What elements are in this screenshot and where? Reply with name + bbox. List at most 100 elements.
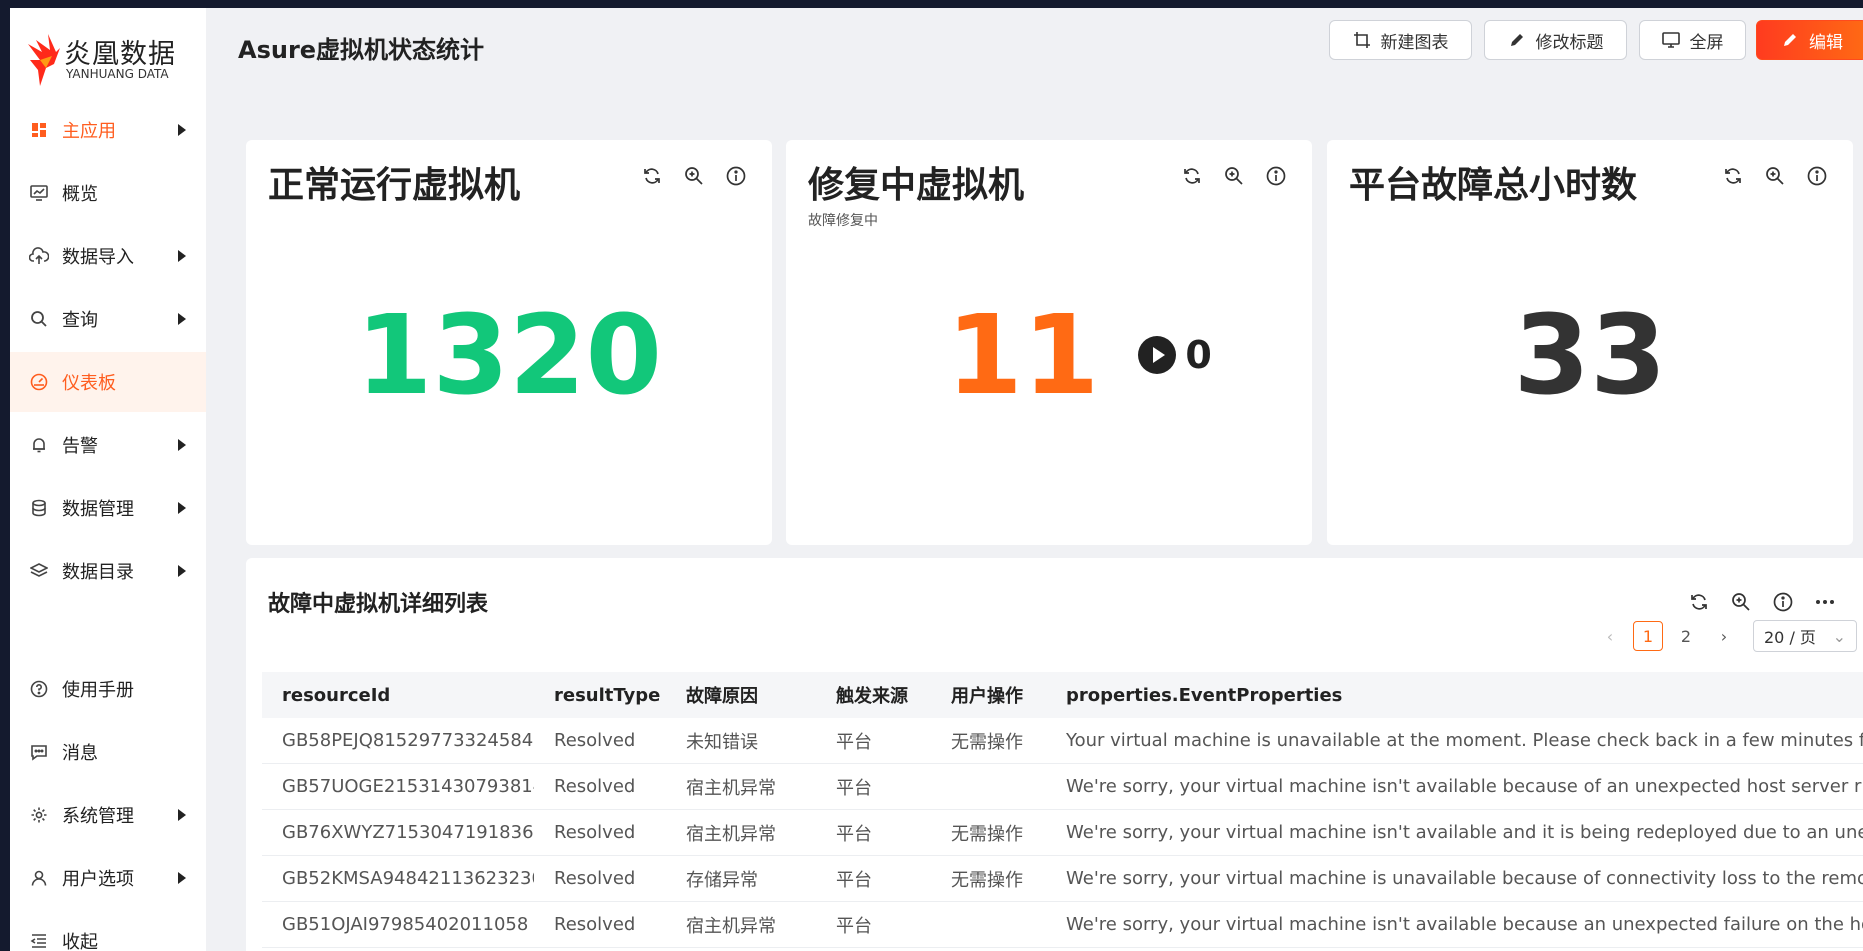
table-cell: 平台 <box>816 901 931 948</box>
card-toolbar <box>640 164 748 188</box>
zoom-icon[interactable] <box>1729 590 1753 614</box>
column-header[interactable]: resultType <box>534 672 666 718</box>
caret-right-icon <box>178 502 186 514</box>
card-title: 平台故障总小时数 <box>1349 165 1638 206</box>
play-circle-icon <box>1138 336 1177 374</box>
next-page-icon[interactable]: › <box>1709 621 1739 651</box>
app-grid-icon <box>29 120 49 140</box>
crop-chart-icon <box>1353 31 1371 49</box>
table-row[interactable]: GB57UOGE21531430793814 Resolved 宿主机异常 平台… <box>262 763 1863 810</box>
fullscreen-label: 全屏 <box>1689 32 1724 53</box>
sidebar-item-data-import[interactable]: 数据导入 <box>10 226 206 286</box>
bell-icon <box>29 435 49 455</box>
user-icon <box>29 868 49 888</box>
running-vm-count: 1320 <box>355 291 663 419</box>
table-row[interactable]: GB76XWYZ71530471918368 Resolved 宿主机异常 平台… <box>262 809 1863 856</box>
column-header[interactable]: resourceId <box>262 672 534 718</box>
column-header[interactable]: 触发来源 <box>816 672 931 718</box>
monitor-chart-icon <box>29 183 49 203</box>
sidebar: 炎凰数据 YANHUANG DATA 主应用 概览 数据导入 查询 仪表板 告警… <box>10 8 206 951</box>
page-title: Asure虚拟机状态统计 <box>238 36 485 64</box>
pencil-icon <box>1508 31 1526 49</box>
sidebar-item-label: 数据管理 <box>62 499 134 520</box>
table-cell: 平台 <box>816 763 931 810</box>
sidebar-item-system-management[interactable]: 系统管理 <box>10 785 206 845</box>
table-cell: 无需操作 <box>931 718 1046 764</box>
collapse-menu-icon <box>29 931 49 951</box>
table-cell <box>931 763 1046 810</box>
edit-label: 编辑 <box>1809 32 1843 53</box>
column-header[interactable]: 用户操作 <box>931 672 1046 718</box>
search-icon <box>29 309 49 329</box>
zoom-icon[interactable] <box>1763 164 1787 188</box>
table-row[interactable]: GB52KMSA94842113623230 Resolved 存储异常 平台 … <box>262 855 1863 902</box>
table-cell: GB57UOGE21531430793814 <box>262 763 534 810</box>
refresh-icon[interactable] <box>1180 164 1204 188</box>
faulty-vm-table-panel: 故障中虚拟机详细列表 ‹ 1 2 › 20 / 页 ⌄ resourceId r… <box>246 558 1863 951</box>
sidebar-item-messages[interactable]: 消息 <box>10 722 206 782</box>
sidebar-item-user-options[interactable]: 用户选项 <box>10 848 206 908</box>
page-2-button[interactable]: 2 <box>1671 621 1701 651</box>
page-1-button[interactable]: 1 <box>1633 621 1663 651</box>
column-header[interactable]: 故障原因 <box>666 672 816 718</box>
table-row[interactable]: GB58PEJQ81529773324584 Resolved 未知错误 平台 … <box>262 718 1863 764</box>
caret-right-icon <box>178 124 186 136</box>
card-title: 修复中虚拟机 <box>808 165 1025 206</box>
table-cell: Resolved <box>534 809 666 856</box>
monitor-icon <box>1661 31 1680 49</box>
info-icon[interactable] <box>1771 590 1795 614</box>
info-icon[interactable] <box>1805 164 1829 188</box>
page-size-select[interactable]: 20 / 页 ⌄ <box>1753 620 1857 652</box>
table-cell: 平台 <box>816 855 931 902</box>
new-chart-button[interactable]: 新建图表 <box>1329 20 1472 60</box>
zoom-icon[interactable] <box>682 164 706 188</box>
table-cell: 平台 <box>816 809 931 856</box>
table-cell: GB76XWYZ71530471918368 <box>262 809 534 856</box>
sidebar-item-dashboard[interactable]: 仪表板 <box>10 352 206 412</box>
sidebar-item-manual[interactable]: 使用手册 <box>10 659 206 719</box>
sidebar-item-main-app[interactable]: 主应用 <box>10 100 206 160</box>
refresh-icon[interactable] <box>1721 164 1745 188</box>
table-cell: 未知错误 <box>666 718 816 764</box>
edit-title-button[interactable]: 修改标题 <box>1484 20 1627 60</box>
sidebar-item-data-management[interactable]: 数据管理 <box>10 478 206 538</box>
table-cell <box>931 901 1046 948</box>
info-icon[interactable] <box>1264 164 1288 188</box>
edit-button[interactable]: 编辑 <box>1756 20 1863 60</box>
brand-logo[interactable]: 炎凰数据 YANHUANG DATA <box>26 30 196 90</box>
gear-icon <box>29 805 49 825</box>
layers-icon <box>29 561 49 581</box>
sidebar-item-collapse[interactable]: 收起 <box>10 911 206 951</box>
sidebar-item-label: 消息 <box>62 743 98 764</box>
edit-title-label: 修改标题 <box>1535 32 1604 53</box>
message-icon <box>29 742 49 762</box>
sidebar-item-label: 数据目录 <box>62 562 134 583</box>
fullscreen-button[interactable]: 全屏 <box>1639 20 1746 60</box>
pagination: ‹ 1 2 › 20 / 页 ⌄ <box>1591 620 1857 652</box>
info-icon[interactable] <box>724 164 748 188</box>
more-icon[interactable] <box>1813 590 1837 614</box>
refresh-icon[interactable] <box>640 164 664 188</box>
trend-indicator: 0 <box>1137 333 1212 377</box>
prev-page-icon[interactable]: ‹ <box>1595 621 1625 651</box>
table-cell: We're sorry, your virtual machine isn't … <box>1046 763 1863 810</box>
pencil-icon <box>1781 31 1799 49</box>
caret-right-icon <box>178 565 186 577</box>
sidebar-item-label: 使用手册 <box>62 680 134 701</box>
table-header-row: resourceId resultType 故障原因 触发来源 用户操作 pro… <box>262 672 1863 718</box>
refresh-icon[interactable] <box>1687 590 1711 614</box>
sidebar-item-alerts[interactable]: 告警 <box>10 415 206 475</box>
table-cell: 宿主机异常 <box>666 809 816 856</box>
brand-name-cn: 炎凰数据 <box>64 39 176 70</box>
table-cell: GB52KMSA94842113623230 <box>262 855 534 902</box>
sidebar-item-overview[interactable]: 概览 <box>10 163 206 223</box>
table-cell: Resolved <box>534 855 666 902</box>
sidebar-item-label: 仪表板 <box>62 373 116 394</box>
table-cell: Resolved <box>534 901 666 948</box>
sidebar-item-data-catalog[interactable]: 数据目录 <box>10 541 206 601</box>
column-header[interactable]: properties.EventProperties <box>1046 672 1863 718</box>
zoom-icon[interactable] <box>1222 164 1246 188</box>
sidebar-item-query[interactable]: 查询 <box>10 289 206 349</box>
table-row[interactable]: GB51OJAI97985402011058 Resolved 宿主机异常 平台… <box>262 901 1863 948</box>
app-window: 炎凰数据 YANHUANG DATA 主应用 概览 数据导入 查询 仪表板 告警… <box>10 8 1863 951</box>
